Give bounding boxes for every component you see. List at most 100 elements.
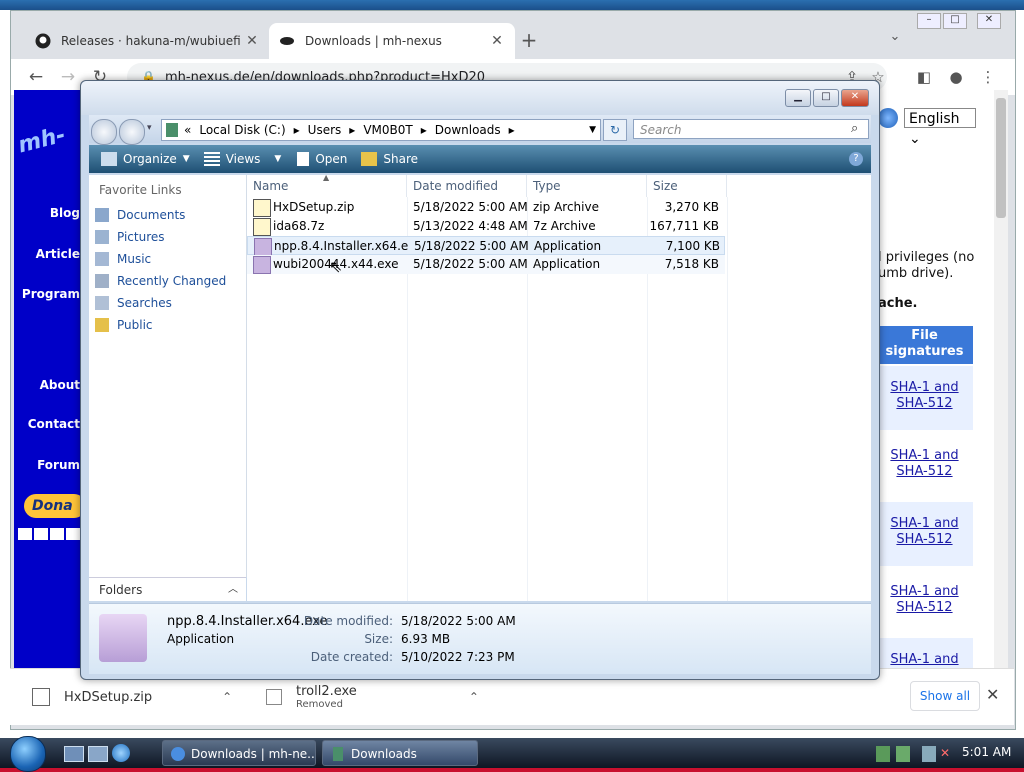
file-size: 7,518 KB	[664, 257, 719, 271]
explorer-titlebar[interactable]: ▁ □ ✕	[81, 81, 879, 115]
file-row[interactable]: wubi200444.x44.exe 5/18/2022 5:00 AM App…	[247, 255, 725, 274]
views-label: Views	[225, 152, 261, 166]
show-desktop-icon[interactable]	[64, 746, 84, 762]
download-name: HxDSetup.zip	[64, 689, 153, 705]
nav-public[interactable]: Public	[95, 315, 153, 335]
switch-windows-icon[interactable]	[88, 746, 108, 762]
maximize-button[interactable]: □	[943, 13, 967, 29]
back-arrow-icon[interactable]: ←	[23, 65, 49, 89]
separator-arrow-icon[interactable]: ▸	[294, 123, 300, 137]
new-tab-button[interactable]: +	[515, 27, 543, 55]
explorer-window: ▁ □ ✕ ▾ « Local Disk (C:) ▸ Users ▸ VM0B0T…	[80, 80, 880, 680]
menu-kebab-icon[interactable]: ⋮	[977, 66, 999, 88]
minimize-button[interactable]: –	[917, 13, 941, 29]
breadcrumb-users[interactable]: Users	[308, 123, 342, 137]
sha-link[interactable]: SHA-1 and SHA-512	[876, 366, 973, 412]
payment-cards-icon	[18, 528, 80, 540]
close-tab-icon[interactable]: ✕	[489, 33, 505, 49]
separator-arrow-icon[interactable]: ▸	[421, 123, 427, 137]
folders-toggle[interactable]: Folders ︿	[89, 577, 246, 601]
address-dropdown-icon[interactable]: ▼	[589, 125, 596, 135]
volume-muted-icon[interactable]: ✕	[940, 746, 954, 762]
tab-title: Releases · hakuna-m/wubiuefi · C	[61, 34, 244, 48]
internet-explorer-icon[interactable]	[112, 744, 130, 762]
nav-blog[interactable]: Blog	[14, 206, 86, 220]
taskbar-chrome-button[interactable]: Downloads | mh-ne...	[162, 740, 316, 766]
clock[interactable]: 5:01 AM	[962, 745, 1011, 761]
file-row[interactable]: ida68.7z 5/13/2022 4:48 AM 7z Archive 16…	[247, 217, 725, 236]
tray-icon[interactable]	[896, 746, 910, 762]
language-value: English	[909, 111, 960, 127]
column-date-modified[interactable]: Date modified	[407, 175, 527, 197]
chevron-up-icon[interactable]: ⌃	[222, 690, 232, 704]
nav-music[interactable]: Music	[95, 249, 151, 269]
close-icon[interactable]: ✕	[986, 685, 999, 704]
close-button[interactable]: ✕	[841, 89, 869, 107]
start-button[interactable]	[10, 736, 46, 772]
body-text-1: l privileges (no	[878, 250, 975, 265]
views-button[interactable]: Views ▼	[203, 152, 281, 166]
breadcrumb-overflow[interactable]: «	[184, 123, 191, 137]
download-item[interactable]: troll2.exe Removed ⌃	[266, 677, 479, 717]
nav-contact[interactable]: Contact	[14, 417, 86, 431]
breadcrumb-user[interactable]: VM0B0T	[363, 123, 412, 137]
column-size[interactable]: Size	[647, 175, 727, 197]
sha-link[interactable]: SHA-1 and SHA-512	[876, 502, 973, 548]
search-icon[interactable]: ⌕	[851, 121, 858, 136]
sha-link[interactable]: SHA-1 and SHA-512	[876, 434, 973, 480]
taskbar-label: Downloads	[351, 747, 417, 761]
nav-searches[interactable]: Searches	[95, 293, 172, 313]
network-icon[interactable]	[876, 746, 890, 762]
recent-icon	[95, 274, 109, 288]
tab-releases[interactable]: Releases · hakuna-m/wubiuefi · C ✕	[25, 23, 270, 59]
breadcrumb[interactable]: « Local Disk (C:) ▸ Users ▸ VM0B0T ▸ Downlo…	[161, 119, 601, 141]
recent-pages-chevron-icon[interactable]: ▾	[147, 123, 152, 133]
site-logo: mh-	[15, 122, 69, 159]
chevron-up-icon[interactable]: ⌃	[469, 690, 479, 704]
nav-programs[interactable]: Program	[14, 287, 86, 301]
nav-forum[interactable]: Forum	[14, 458, 86, 472]
maximize-button[interactable]: □	[813, 89, 839, 107]
forward-arrow-icon[interactable]: →	[55, 65, 81, 89]
help-icon[interactable]: ?	[849, 152, 863, 166]
minimize-button[interactable]: ▁	[785, 89, 811, 107]
nav-documents[interactable]: Documents	[95, 205, 185, 225]
chevron-up-icon[interactable]: ︿	[228, 578, 238, 602]
app-thumbnail-icon	[99, 614, 147, 662]
side-panel-icon[interactable]: ◧	[913, 66, 935, 88]
search-input[interactable]: Search	[633, 119, 869, 139]
open-button[interactable]: Open	[297, 152, 347, 166]
separator-arrow-icon[interactable]: ▸	[349, 123, 355, 137]
nav-label: Documents	[117, 208, 186, 222]
forward-button-icon[interactable]	[119, 119, 145, 145]
file-row-selected[interactable]: npp.8.4.Installer.x64.exe 5/18/2022 5:00…	[247, 236, 725, 256]
scrollbar-thumb[interactable]	[996, 98, 1006, 218]
back-button-icon[interactable]	[91, 119, 117, 145]
taskbar-explorer-button[interactable]: Downloads	[322, 740, 478, 766]
donate-button[interactable]: Dona	[24, 494, 86, 518]
breadcrumb-downloads[interactable]: Downloads	[435, 123, 501, 137]
nav-pictures[interactable]: Pictures	[95, 227, 165, 247]
separator-arrow-icon[interactable]: ▸	[509, 123, 515, 137]
date-modified-value: 5/18/2022 5:00 AM	[401, 614, 516, 628]
breadcrumb-drive[interactable]: Local Disk (C:)	[199, 123, 285, 137]
refresh-icon[interactable]: ↻	[603, 119, 627, 141]
sha-link[interactable]: SHA-1 and SHA-512	[876, 570, 973, 616]
tray-monitor-icon[interactable]	[922, 746, 936, 762]
column-type[interactable]: Type	[527, 175, 647, 197]
tab-search-icon[interactable]: ⌄	[885, 29, 905, 49]
download-item[interactable]: HxDSetup.zip ⌃	[32, 677, 232, 717]
language-select[interactable]: English ⌄	[904, 108, 976, 147]
nav-articles[interactable]: Article	[14, 247, 86, 261]
close-tab-icon[interactable]: ✕	[244, 33, 260, 49]
profile-icon[interactable]: ●	[945, 66, 967, 88]
close-window-button[interactable]: ✕	[977, 13, 1001, 29]
nav-recently-changed[interactable]: Recently Changed	[95, 271, 226, 291]
nav-label: Recently Changed	[117, 274, 227, 288]
nav-about[interactable]: About	[14, 378, 86, 392]
file-row[interactable]: HxDSetup.zip 5/18/2022 5:00 AM zip Archi…	[247, 198, 725, 217]
show-all-button[interactable]: Show all	[910, 681, 980, 711]
organize-button[interactable]: Organize ▼	[101, 152, 190, 166]
share-button[interactable]: Share	[361, 152, 418, 166]
tab-downloads[interactable]: Downloads | mh-nexus ✕	[269, 23, 515, 59]
